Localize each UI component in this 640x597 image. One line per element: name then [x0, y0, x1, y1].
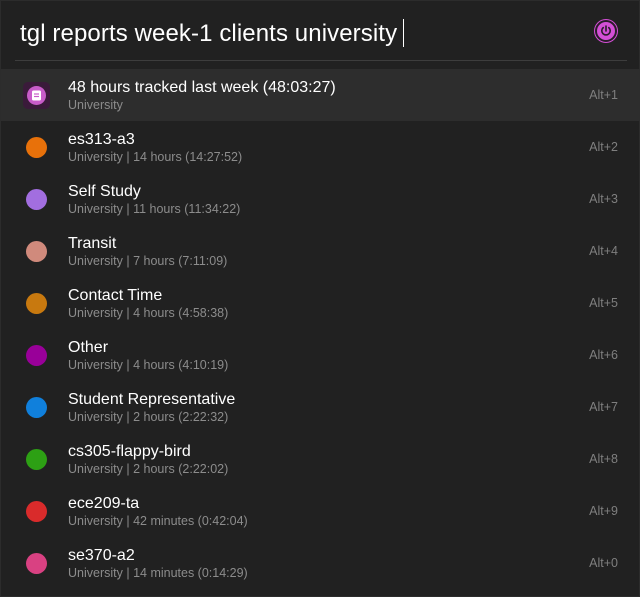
shortcut-hint: Alt+6 [589, 348, 618, 362]
result-subtitle: University | 14 minutes (0:14:29) [68, 566, 248, 580]
search-query-text: tgl reports week-1 clients university [20, 20, 398, 47]
shortcut-hint: Alt+3 [589, 192, 618, 206]
power-icon[interactable] [595, 20, 617, 42]
result-subtitle: University | 2 hours (2:22:32) [68, 410, 229, 424]
project-color-dot [26, 189, 47, 210]
result-subtitle: University | 4 hours (4:58:38) [68, 306, 229, 320]
result-subtitle: University [68, 98, 123, 112]
project-color-dot [26, 553, 47, 574]
shortcut-hint: Alt+4 [589, 244, 618, 258]
result-title: Contact Time [68, 287, 163, 304]
result-item[interactable]: Self Study University | 11 hours (11:34:… [1, 173, 640, 225]
result-title: 48 hours tracked last week (48:03:27) [68, 79, 336, 96]
result-item[interactable]: cs305-flappy-bird University | 2 hours (… [1, 433, 640, 485]
shortcut-hint: Alt+9 [589, 504, 618, 518]
result-item[interactable]: Student Representative University | 2 ho… [1, 381, 640, 433]
result-item-summary[interactable]: 48 hours tracked last week (48:03:27) Un… [1, 69, 640, 121]
project-color-dot [26, 501, 47, 522]
project-color-dot [26, 293, 47, 314]
result-title: Student Representative [68, 391, 236, 408]
launcher-window: tgl reports week-1 clients university 48… [0, 0, 640, 597]
text-caret [403, 18, 405, 47]
result-title: Self Study [68, 183, 141, 200]
shortcut-hint: Alt+2 [589, 140, 618, 154]
project-color-dot [26, 345, 47, 366]
project-color-dot [26, 449, 47, 470]
result-item[interactable]: es313-a3 University | 14 hours (14:27:52… [1, 121, 640, 173]
result-item[interactable]: Contact Time University | 4 hours (4:58:… [1, 277, 640, 329]
result-subtitle: University | 11 hours (11:34:22) [68, 202, 241, 216]
project-color-dot [26, 241, 47, 262]
result-subtitle: University | 7 hours (7:11:09) [68, 254, 228, 268]
result-title: Other [68, 339, 109, 356]
search-input[interactable]: tgl reports week-1 clients university [20, 17, 405, 51]
result-subtitle: University | 2 hours (2:22:02) [68, 462, 229, 476]
result-title: ece209-ta [68, 495, 140, 512]
shortcut-hint: Alt+1 [589, 88, 618, 102]
result-item[interactable]: se370-a2 University | 14 minutes (0:14:2… [1, 537, 640, 589]
search-divider [15, 60, 627, 61]
shortcut-hint: Alt+5 [589, 296, 618, 310]
result-title: se370-a2 [68, 547, 135, 564]
project-color-dot [26, 397, 47, 418]
power-icon-glyph [601, 25, 611, 36]
project-color-dot [26, 137, 47, 158]
result-subtitle: University | 42 minutes (0:42:04) [68, 514, 248, 528]
result-title: es313-a3 [68, 131, 135, 148]
shortcut-hint: Alt+8 [589, 452, 618, 466]
result-item[interactable]: Other University | 4 hours (4:10:19) Alt… [1, 329, 640, 381]
result-title: cs305-flappy-bird [68, 443, 191, 460]
result-item[interactable]: Transit University | 7 hours (7:11:09) A… [1, 225, 640, 277]
result-item[interactable]: ece209-ta University | 42 minutes (0:42:… [1, 485, 640, 537]
result-subtitle: University | 4 hours (4:10:19) [68, 358, 229, 372]
search-bar: tgl reports week-1 clients university [1, 1, 640, 69]
result-title: Transit [68, 235, 117, 252]
report-icon [23, 82, 50, 109]
shortcut-hint: Alt+7 [589, 400, 618, 414]
results-list: 48 hours tracked last week (48:03:27) Un… [1, 69, 640, 589]
shortcut-hint: Alt+0 [589, 556, 618, 570]
result-subtitle: University | 14 hours (14:27:52) [68, 150, 243, 164]
